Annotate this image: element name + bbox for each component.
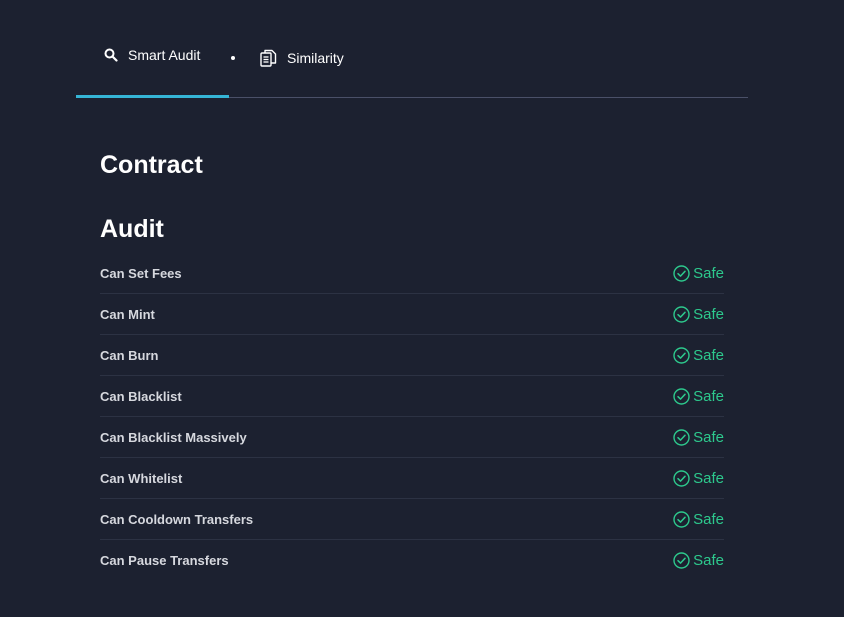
section-title-contract: Contract — [100, 151, 203, 179]
audit-status-label: Safe — [693, 264, 724, 282]
audit-label: Can Cooldown Transfers — [100, 511, 254, 527]
check-circle-icon — [673, 428, 690, 446]
search-icon — [104, 48, 118, 62]
audit-status-label: Safe — [693, 551, 724, 569]
check-circle-icon — [673, 551, 690, 569]
tab-smart-audit[interactable]: Smart Audit — [104, 40, 200, 70]
tab-smart-audit-label: Smart Audit — [128, 47, 201, 63]
check-circle-icon — [673, 387, 690, 405]
audit-row: Can Whitelist Safe — [100, 458, 724, 499]
audit-row: Can Pause Transfers Safe — [100, 540, 724, 580]
audit-row: Can Mint Safe — [100, 294, 724, 335]
audit-status-badge: Safe — [673, 552, 724, 569]
audit-label: Can Burn — [100, 347, 159, 363]
audit-status-label: Safe — [693, 510, 724, 528]
audit-label: Can Blacklist — [100, 388, 182, 404]
document-icon — [260, 49, 277, 68]
audit-status-badge: Safe — [673, 388, 724, 405]
audit-row: Can Blacklist Safe — [100, 376, 724, 417]
audit-row: Can Set Fees Safe — [100, 253, 724, 294]
audit-status-badge: Safe — [673, 511, 724, 528]
audit-label: Can Mint — [100, 306, 155, 322]
audit-label: Can Set Fees — [100, 265, 182, 281]
audit-status-label: Safe — [693, 305, 724, 323]
check-circle-icon — [673, 510, 690, 528]
tab-similarity[interactable]: Similarity — [260, 43, 344, 73]
audit-status-label: Safe — [693, 346, 724, 364]
audit-label: Can Blacklist Massively — [100, 429, 247, 445]
audit-label: Can Whitelist — [100, 470, 183, 486]
check-circle-icon — [673, 305, 690, 323]
tab-separator-dot — [231, 56, 235, 60]
audit-label: Can Pause Transfers — [100, 552, 229, 568]
section-title-audit: Audit — [100, 215, 164, 243]
check-circle-icon — [673, 469, 690, 487]
audit-row: Can Cooldown Transfers Safe — [100, 499, 724, 540]
tab-bar: Smart Audit Similarity — [76, 0, 748, 98]
audit-row: Can Blacklist Massively Safe — [100, 417, 724, 458]
audit-status-badge: Safe — [673, 429, 724, 446]
audit-status-badge: Safe — [673, 470, 724, 487]
audit-status-badge: Safe — [673, 347, 724, 364]
audit-status-badge: Safe — [673, 306, 724, 323]
audit-list: Can Set Fees Safe Can Mint Safe Can Burn Safe… — [100, 253, 724, 580]
audit-status-label: Safe — [693, 469, 724, 487]
active-tab-indicator — [76, 95, 229, 98]
check-circle-icon — [673, 264, 690, 282]
tab-similarity-label: Similarity — [287, 50, 344, 66]
audit-status-label: Safe — [693, 428, 724, 446]
audit-status-badge: Safe — [673, 265, 724, 282]
audit-row: Can Burn Safe — [100, 335, 724, 376]
check-circle-icon — [673, 346, 690, 364]
audit-status-label: Safe — [693, 387, 724, 405]
